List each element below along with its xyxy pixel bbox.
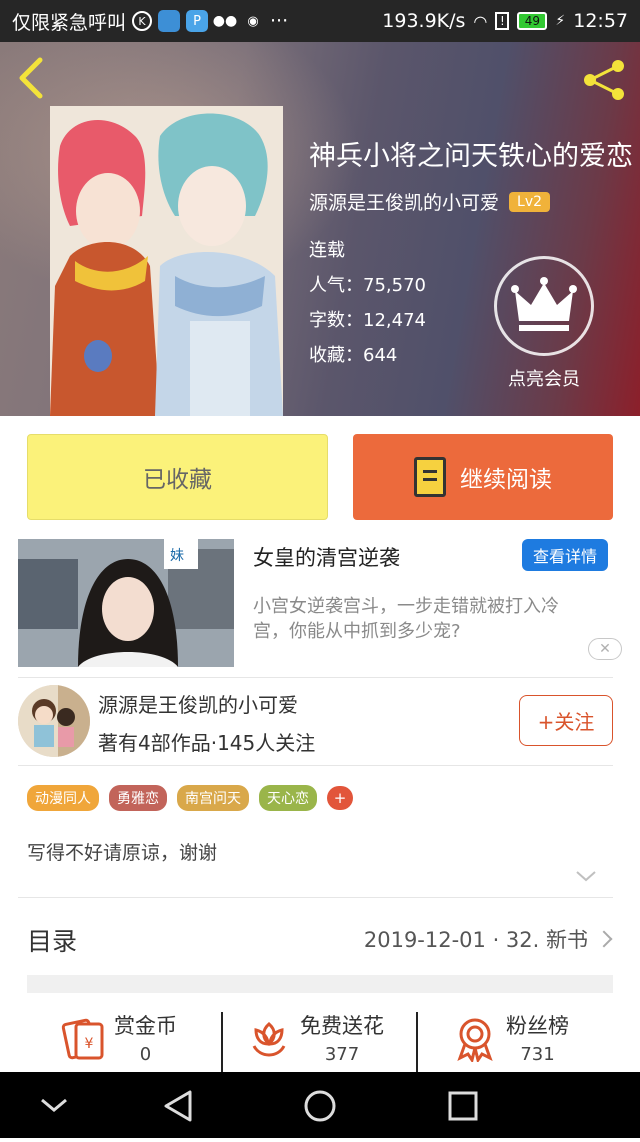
send-flower-button[interactable]: 免费送花 377 <box>246 1010 406 1072</box>
tag-item[interactable]: 勇雅恋 <box>109 785 167 811</box>
p-app-icon: P <box>186 10 209 32</box>
chevron-down-icon <box>576 871 596 882</box>
reward-coins-button[interactable]: ¥ 赏金币 0 <box>60 1010 210 1072</box>
reward-coins-label: 赏金币 <box>114 1014 177 1038</box>
fan-ranking-label: 粉丝榜 <box>506 1014 569 1038</box>
author-name[interactable]: 源源是王俊凯的小可爱 <box>98 689 298 718</box>
tag-item[interactable]: 动漫同人 <box>27 785 99 811</box>
separator <box>221 1012 223 1072</box>
hide-nav-button[interactable] <box>41 1098 67 1112</box>
more-notifications-icon: ··· <box>270 10 289 32</box>
continue-reading-label: 继续阅读 <box>460 467 552 493</box>
clock: 12:57 <box>573 10 628 32</box>
crown-icon <box>511 277 577 331</box>
author-avatar[interactable] <box>18 685 90 757</box>
tag-item[interactable]: 南宫问天 <box>177 785 249 811</box>
book-author[interactable]: 源源是王俊凯的小可爱 <box>309 188 499 215</box>
send-flower-label: 免费送花 <box>300 1014 384 1038</box>
ad-close-button[interactable]: ✕ <box>588 638 622 660</box>
ad-title[interactable]: 女皇的清宫逆袭 <box>253 542 400 572</box>
divider <box>18 897 613 898</box>
divider <box>18 765 613 766</box>
add-tag-button[interactable]: + <box>327 786 353 810</box>
expand-intro-button[interactable] <box>574 866 598 886</box>
recents-nav-button[interactable] <box>448 1091 478 1121</box>
back-button[interactable] <box>14 56 54 102</box>
system-nav-bar <box>0 1072 640 1138</box>
shield-notification-icon: ◉ <box>247 13 259 29</box>
share-icon <box>584 60 624 100</box>
chevron-right-icon <box>595 930 613 948</box>
cover-illustration <box>50 106 283 416</box>
home-nav-button[interactable] <box>304 1090 336 1122</box>
ad-description: 小宫女逆袭宫斗，一步走错就被打入冷宫，你能从中抓到多少宠? <box>253 596 559 642</box>
catalog-latest[interactable]: 2019-12-01 · 32. 新书 <box>363 924 613 954</box>
network-speed: 193.9K/s <box>382 10 466 32</box>
popularity-count: 人气：75,570 <box>309 275 426 296</box>
app-notification-icon <box>158 10 181 32</box>
flower-icon <box>252 1022 286 1057</box>
ad-image[interactable]: 妹 <box>18 539 234 667</box>
book-title: 神兵小将之问天铁心的爱恋 <box>309 141 633 172</box>
book-author-line: 源源是王俊凯的小可爱 Lv2 <box>309 188 551 215</box>
divider <box>18 677 613 678</box>
charging-icon: ⚡ <box>555 13 566 29</box>
battery-icon: 49 <box>517 12 548 30</box>
ad-detail-button[interactable]: 查看详情 <box>522 539 608 571</box>
continue-reading-button[interactable]: 继续阅读 <box>353 434 613 520</box>
vip-label: 点亮会员 <box>508 369 580 390</box>
word-count: 字数：12,474 <box>309 310 426 331</box>
serial-status: 连载 <box>309 240 345 261</box>
catalog-label[interactable]: 目录 <box>27 922 77 958</box>
book-intro: 写得不好请原谅，谢谢 <box>27 842 218 864</box>
vip-button[interactable] <box>494 256 594 356</box>
back-nav-button[interactable] <box>164 1090 192 1122</box>
collected-label: 已收藏 <box>143 467 212 493</box>
ad-photo <box>18 539 234 667</box>
medal-icon <box>457 1018 493 1062</box>
back-arrow-icon <box>19 57 43 99</box>
ad-sign-text: 妹 <box>170 548 184 564</box>
collected-button[interactable]: 已收藏 <box>27 434 328 520</box>
wechat-icon: ●● <box>212 13 238 29</box>
status-bar: 仅限紧急呼叫 K P ●● ◉ ··· 193.9K/s ◠ ! 49 ⚡ 12… <box>0 0 640 42</box>
book-cover[interactable] <box>50 106 283 416</box>
book-icon <box>414 457 446 497</box>
red-envelope-icon: ¥ <box>61 1018 104 1060</box>
carrier-text: 仅限紧急呼叫 <box>12 11 127 34</box>
fan-ranking-button[interactable]: 粉丝榜 731 <box>452 1010 602 1072</box>
separator <box>416 1012 418 1072</box>
catalog-latest-text: 2019-12-01 · 32. 新书 <box>363 928 588 952</box>
reward-coins-value: 0 <box>139 1044 152 1065</box>
section-spacer <box>27 975 613 993</box>
share-button[interactable] <box>580 56 628 104</box>
favorites-count: 收藏：644 <box>309 345 398 366</box>
author-level-badge: Lv2 <box>509 191 551 212</box>
wifi-icon: ◠ <box>473 11 488 31</box>
sim-alert-icon: ! <box>495 12 510 30</box>
author-stats: 著有4部作品·145人关注 <box>98 731 316 755</box>
tag-item[interactable]: 天心恋 <box>259 785 317 811</box>
svg-text:¥: ¥ <box>85 1036 94 1052</box>
send-flower-value: 377 <box>324 1044 360 1065</box>
avatar-image <box>18 685 90 757</box>
fan-ranking-value: 731 <box>520 1044 555 1065</box>
follow-button[interactable]: +关注 <box>519 695 613 746</box>
book-header: 神兵小将之问天铁心的爱恋 源源是王俊凯的小可爱 Lv2 连载 人气：75,570… <box>0 42 640 416</box>
k-app-icon: K <box>132 11 153 31</box>
tag-list: 动漫同人 勇雅恋 南宫问天 天心恋 + <box>27 785 353 811</box>
